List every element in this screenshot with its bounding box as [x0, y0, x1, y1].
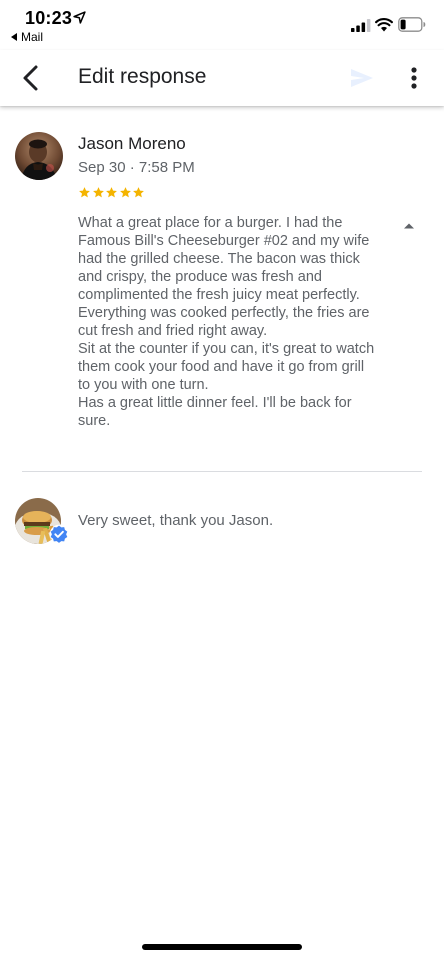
more-vert-icon[interactable] [404, 64, 424, 92]
star-icon [92, 187, 104, 198]
reviewer-name: Jason Moreno [78, 134, 186, 153]
star-icon [119, 187, 131, 198]
verified-icon [49, 524, 69, 544]
page-title: Edit response [78, 65, 207, 88]
location-icon [73, 11, 86, 24]
reviewer-avatar [15, 132, 63, 180]
app-bar: Edit response [0, 50, 444, 106]
send-icon[interactable] [349, 67, 375, 89]
status-bar: 10:23 Mail [0, 0, 444, 50]
signal-icon [351, 19, 371, 32]
collapse-arrow-icon[interactable] [400, 219, 418, 233]
back-triangle-icon [11, 33, 17, 41]
star-icon [106, 187, 117, 198]
divider [22, 471, 422, 472]
back-to-mail-link[interactable]: Mail [11, 30, 43, 44]
battery-icon [398, 17, 426, 32]
back-arrow-icon[interactable] [14, 62, 48, 94]
review-text: What a great place for a burger. I had t… [78, 215, 375, 429]
back-to-mail-label: Mail [21, 30, 44, 44]
wifi-icon [375, 18, 393, 32]
star-rating [78, 186, 146, 199]
response-text[interactable]: Very sweet, thank you Jason. [78, 512, 273, 529]
reviewer-photo [15, 132, 63, 180]
star-icon [79, 187, 90, 198]
star-icon [133, 187, 144, 198]
status-time: 10:23 [25, 8, 73, 28]
owner-avatar [15, 498, 69, 546]
home-indicator [142, 944, 302, 950]
review-date: Sep 30 · 7:58 PM [78, 159, 195, 176]
